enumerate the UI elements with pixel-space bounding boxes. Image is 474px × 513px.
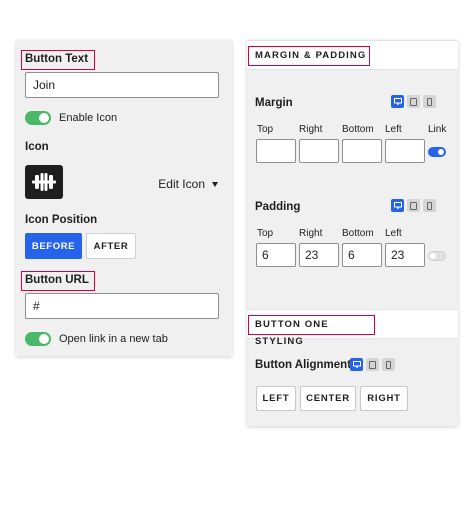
padding-device-switcher — [391, 199, 436, 212]
padding-top-input[interactable] — [256, 243, 296, 267]
caret-down-icon — [212, 181, 218, 187]
align-center-button[interactable]: CENTER — [300, 386, 356, 411]
tablet-icon[interactable] — [366, 358, 379, 371]
padding-left-input[interactable] — [385, 243, 425, 267]
enable-icon-label: Enable Icon — [59, 112, 118, 124]
icon-position-label: Icon Position — [25, 214, 98, 226]
margin-link-label: Link — [428, 124, 447, 135]
icon-preview[interactable] — [25, 165, 63, 199]
padding-bottom-input[interactable] — [342, 243, 382, 267]
button-settings-panel: Button Text Enable Icon Icon Edit Icon I… — [16, 40, 232, 356]
padding-right-label: Right — [299, 228, 323, 239]
padding-bottom-label: Bottom — [342, 228, 374, 239]
margin-left-input[interactable] — [385, 139, 425, 163]
margin-top-label: Top — [257, 124, 274, 135]
icon-select[interactable]: Edit Icon — [158, 177, 218, 191]
tablet-icon[interactable] — [407, 95, 420, 108]
margin-top-input[interactable] — [256, 139, 296, 163]
button-styling-title: BUTTON ONE STYLING — [248, 315, 375, 347]
new-tab-label: Open link in a new tab — [59, 333, 168, 345]
padding-right-input[interactable] — [299, 243, 339, 267]
button-text-label: Button Text — [21, 50, 95, 70]
mobile-icon[interactable] — [382, 358, 395, 371]
margin-padding-title: MARGIN & PADDING — [248, 46, 370, 66]
button-styling-header[interactable]: BUTTON ONE STYLING — [247, 309, 458, 347]
mobile-icon[interactable] — [423, 95, 436, 108]
desktop-icon[interactable] — [391, 95, 404, 108]
margin-label: Margin — [255, 97, 293, 109]
button-text-input[interactable] — [25, 72, 219, 98]
icon-label: Icon — [25, 141, 49, 153]
padding-left-label: Left — [385, 228, 402, 239]
align-right-button[interactable]: RIGHT — [360, 386, 408, 411]
padding-top-label: Top — [257, 228, 274, 239]
button-url-label: Button URL — [21, 271, 95, 291]
alignment-device-switcher — [350, 358, 395, 371]
padding-label: Padding — [255, 201, 301, 213]
margin-link-toggle[interactable] — [428, 147, 446, 157]
margin-right-label: Right — [299, 124, 323, 135]
button-alignment-label: Button Alignment — [255, 359, 352, 371]
margin-padding-header[interactable]: MARGIN & PADDING — [247, 40, 458, 70]
icon-select-value: Edit Icon — [158, 177, 205, 191]
dumbbell-icon — [32, 173, 56, 191]
new-tab-toggle[interactable] — [25, 332, 51, 346]
padding-link-toggle[interactable] — [428, 251, 446, 261]
position-after-button[interactable]: AFTER — [86, 233, 136, 259]
new-tab-row: Open link in a new tab — [25, 332, 168, 346]
desktop-icon[interactable] — [391, 199, 404, 212]
align-left-button[interactable]: LEFT — [256, 386, 296, 411]
button-url-input[interactable] — [25, 293, 219, 319]
margin-right-input[interactable] — [299, 139, 339, 163]
mobile-icon[interactable] — [423, 199, 436, 212]
tablet-icon[interactable] — [407, 199, 420, 212]
margin-left-label: Left — [385, 124, 402, 135]
margin-bottom-input[interactable] — [342, 139, 382, 163]
enable-icon-toggle[interactable] — [25, 111, 51, 125]
margin-device-switcher — [391, 95, 436, 108]
styling-panel: MARGIN & PADDING Margin Top Right Bottom… — [247, 40, 458, 426]
desktop-icon[interactable] — [350, 358, 363, 371]
position-before-button[interactable]: BEFORE — [25, 233, 82, 259]
margin-bottom-label: Bottom — [342, 124, 374, 135]
enable-icon-row: Enable Icon — [25, 111, 117, 125]
